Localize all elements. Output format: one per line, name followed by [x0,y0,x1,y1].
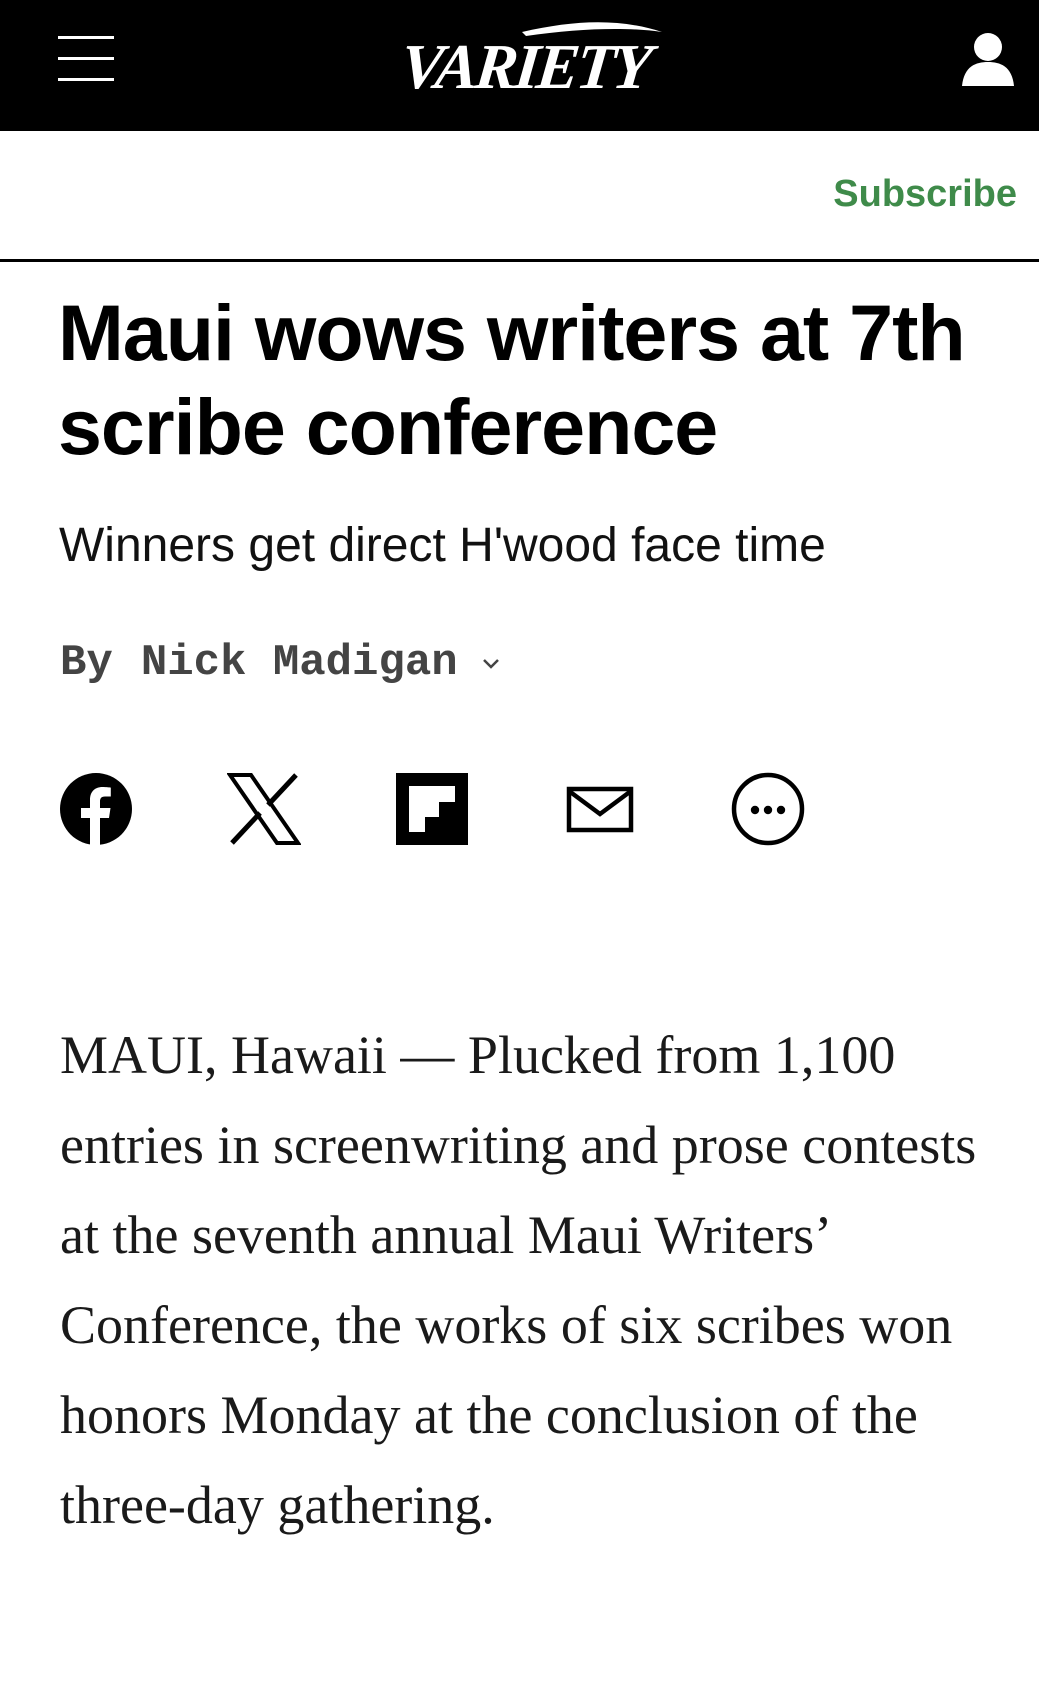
subscribe-bar: Subscribe [0,131,1039,262]
subscribe-link[interactable]: Subscribe [833,173,1017,216]
article-body-paragraph: MAUI, Hawaii — Plucked from 1,100 entrie… [60,1025,977,1535]
byline-prefix: By [60,638,113,688]
article-subheadline: Winners get direct H'wood face time [59,519,826,572]
hamburger-menu-icon[interactable] [58,36,114,82]
user-account-icon[interactable] [958,28,1018,90]
more-icon[interactable] [731,772,805,846]
top-navigation-bar: VARIETY [0,0,1039,131]
facebook-icon[interactable] [59,772,133,846]
logo-text: VARIETY [404,31,661,98]
flipboard-icon[interactable] [395,772,469,846]
byline[interactable]: By Nick Madigan [60,638,502,688]
author-name[interactable]: Nick Madigan [141,638,458,688]
variety-logo[interactable]: VARIETY [404,18,666,98]
chevron-down-icon[interactable] [480,652,502,674]
article-page: VARIETY Subscribe Maui wows writers at 7… [0,0,1039,1685]
x-icon[interactable] [227,772,301,846]
article-headline: Maui wows writers at 7th scribe conferen… [58,288,966,471]
email-icon[interactable] [563,772,637,846]
